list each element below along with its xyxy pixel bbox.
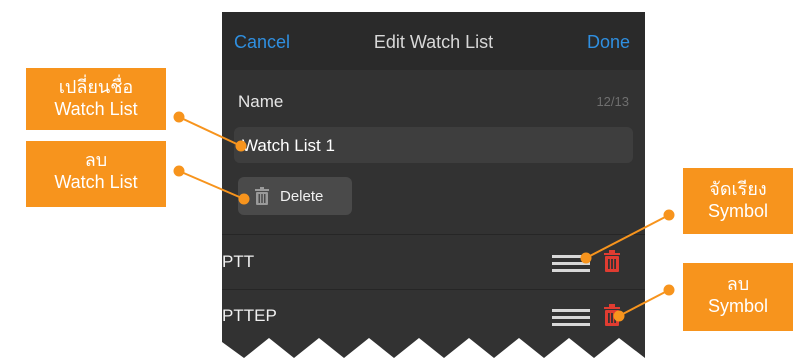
callout-delete-symbol: ลบ Symbol [683,263,793,331]
symbol-name: PTTEP [222,306,277,325]
callout-reorder-symbol: จัดเรียง Symbol [683,168,793,234]
callout-line: เปลี่ยนชื่อ [58,77,134,97]
callout-rename-watch-list: เปลี่ยนชื่อ Watch List [26,68,166,130]
reorder-handle-icon[interactable] [552,308,590,326]
callout-line: ลบ [84,150,108,170]
callout-line: จัดเรียง [709,179,767,199]
edit-watch-list-screen: Cancel Edit Watch List Done Name 12/13 W… [222,12,645,358]
callout-line: Symbol [707,296,769,316]
symbol-name: PTT [222,252,255,271]
reorder-handle-icon[interactable] [552,254,590,272]
watch-list-name-value: Watch List 1 [242,136,335,155]
nav-bar: Cancel Edit Watch List Done [222,12,645,70]
name-label: Name [238,92,284,111]
done-button[interactable]: Done [587,32,630,53]
delete-button-label: Delete [280,188,324,205]
callout-delete-watch-list: ลบ Watch List [26,141,166,207]
delete-symbol-icon[interactable] [603,304,621,326]
delete-symbol-icon[interactable] [603,250,621,272]
callout-line: ลบ [726,274,750,294]
callout-line: Watch List [54,172,138,192]
char-count: 12/13 [596,94,629,109]
symbol-row: PTT [222,234,645,290]
callout-line: Symbol [707,201,769,221]
page-title: Edit Watch List [373,32,494,52]
delete-watch-list-button[interactable]: Delete [238,177,352,215]
torn-edge [222,338,645,358]
callout-line: Watch List [54,99,138,119]
trash-icon [255,187,269,205]
watch-list-name-input[interactable]: Watch List 1 [234,127,633,163]
